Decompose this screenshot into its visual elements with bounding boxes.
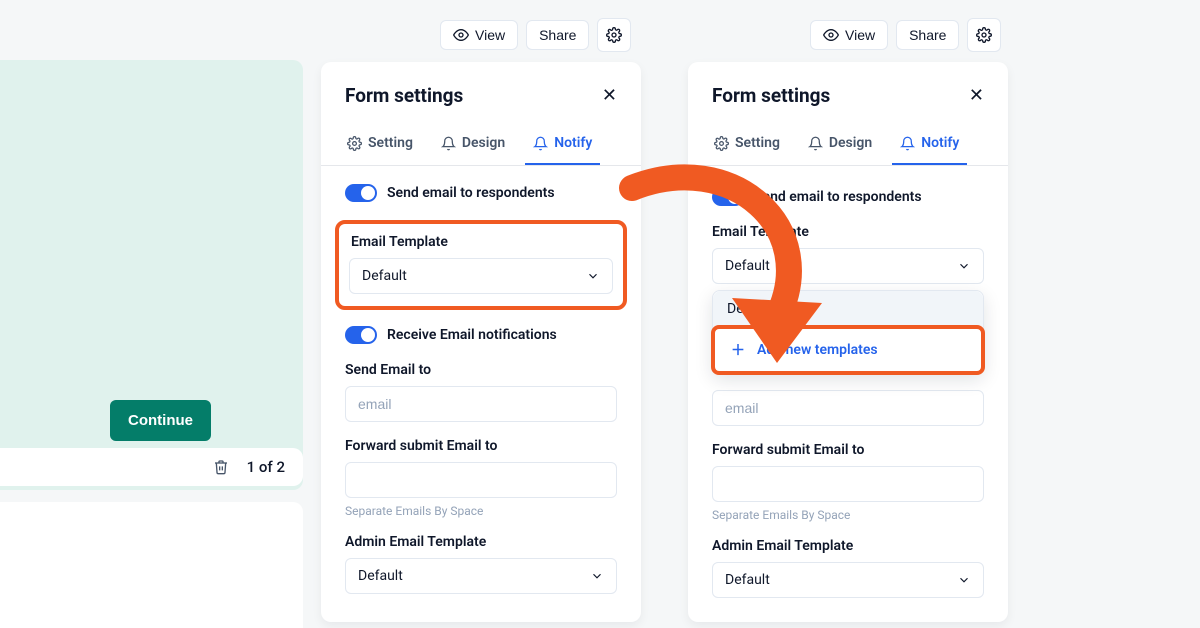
form-settings-panel: Form settings ✕ Setting Design Notify Se… xyxy=(688,62,1008,622)
close-icon[interactable]: ✕ xyxy=(602,87,617,105)
admin-template-label: Admin Email Template xyxy=(345,534,617,550)
tab-label: Design xyxy=(462,135,505,151)
view-label: View xyxy=(475,27,505,43)
tab-label: Design xyxy=(829,135,872,151)
close-icon[interactable]: ✕ xyxy=(969,87,984,105)
gear-icon xyxy=(347,136,362,151)
tab-notify[interactable]: Notify xyxy=(892,125,967,165)
chevron-down-icon xyxy=(957,259,971,273)
email-template-select[interactable]: Default xyxy=(712,248,984,284)
send-email-to-input[interactable] xyxy=(345,386,617,422)
separate-helper: Separate Emails By Space xyxy=(345,504,617,518)
bell-icon xyxy=(808,136,823,151)
select-value: Default xyxy=(358,568,403,584)
chevron-down-icon xyxy=(957,573,971,587)
forward-email-input[interactable] xyxy=(345,462,617,498)
page-footer: 1 of 2 xyxy=(0,448,303,486)
gear-icon xyxy=(714,136,729,151)
admin-template-select[interactable]: Default xyxy=(712,562,984,598)
send-email-to-input[interactable] xyxy=(712,390,984,426)
forward-label: Forward submit Email to xyxy=(345,438,617,454)
share-button[interactable]: Share xyxy=(526,20,589,50)
next-section-preview xyxy=(0,502,303,628)
continue-button[interactable]: Continue xyxy=(110,400,211,441)
eye-icon xyxy=(823,27,839,43)
view-button[interactable]: View xyxy=(440,20,518,50)
email-template-select[interactable]: Default xyxy=(349,258,613,294)
toggle-send-respondents[interactable] xyxy=(712,188,744,206)
tab-label: Setting xyxy=(735,135,780,151)
bell-icon xyxy=(533,136,548,151)
trash-icon[interactable] xyxy=(213,459,229,475)
email-template-dropdown: Default ＋ Add new templates xyxy=(712,290,984,374)
eye-icon xyxy=(453,27,469,43)
tabs: Setting Design Notify xyxy=(688,125,1008,166)
panel-title: Form settings xyxy=(712,84,830,107)
view-label: View xyxy=(845,27,875,43)
gear-icon xyxy=(976,27,992,43)
bell-icon xyxy=(441,136,456,151)
form-settings-panel: Form settings ✕ Setting Design Notify Se… xyxy=(321,62,641,622)
select-value: Default xyxy=(362,268,407,284)
admin-template-select[interactable]: Default xyxy=(345,558,617,594)
email-template-label: Email Template xyxy=(712,224,984,240)
tab-setting[interactable]: Setting xyxy=(339,125,421,165)
toolbar-left: View Share xyxy=(440,18,631,52)
forward-email-input[interactable] xyxy=(712,466,984,502)
select-value: Default xyxy=(725,572,770,588)
tab-label: Notify xyxy=(554,135,592,151)
forward-label: Forward submit Email to xyxy=(712,442,984,458)
tab-label: Notify xyxy=(921,135,959,151)
admin-template-label: Admin Email Template xyxy=(712,538,984,554)
separate-helper: Separate Emails By Space xyxy=(712,508,984,522)
share-button[interactable]: Share xyxy=(896,20,959,50)
select-value: Default xyxy=(725,258,770,274)
view-button[interactable]: View xyxy=(810,20,888,50)
tabs: Setting Design Notify xyxy=(321,125,641,166)
tab-setting[interactable]: Setting xyxy=(706,125,788,165)
add-new-templates-label: Add new templates xyxy=(757,342,878,358)
panel-title: Form settings xyxy=(345,84,463,107)
email-template-highlight: Email Template Default xyxy=(335,220,627,310)
add-new-templates-button[interactable]: ＋ Add new templates xyxy=(711,325,985,375)
page-count: 1 of 2 xyxy=(247,458,285,476)
tab-design[interactable]: Design xyxy=(433,125,513,165)
toggle-label: Receive Email notifications xyxy=(387,327,557,343)
settings-button[interactable] xyxy=(967,18,1001,52)
toolbar-right: View Share xyxy=(810,18,1001,52)
toggle-send-respondents[interactable] xyxy=(345,184,377,202)
tab-label: Setting xyxy=(368,135,413,151)
email-template-label: Email Template xyxy=(351,234,613,250)
toggle-label: Send email to respondents xyxy=(754,189,922,205)
gear-icon xyxy=(606,27,622,43)
tab-notify[interactable]: Notify xyxy=(525,125,600,165)
settings-button[interactable] xyxy=(597,18,631,52)
chevron-down-icon xyxy=(586,269,600,283)
toggle-receive-notifications[interactable] xyxy=(345,326,377,344)
bell-icon xyxy=(900,136,915,151)
chevron-down-icon xyxy=(590,569,604,583)
tab-design[interactable]: Design xyxy=(800,125,880,165)
dropdown-option-default[interactable]: Default xyxy=(713,291,983,327)
send-email-to-label: Send Email to xyxy=(345,362,617,378)
toggle-label: Send email to respondents xyxy=(387,185,555,201)
plus-icon: ＋ xyxy=(729,341,747,359)
